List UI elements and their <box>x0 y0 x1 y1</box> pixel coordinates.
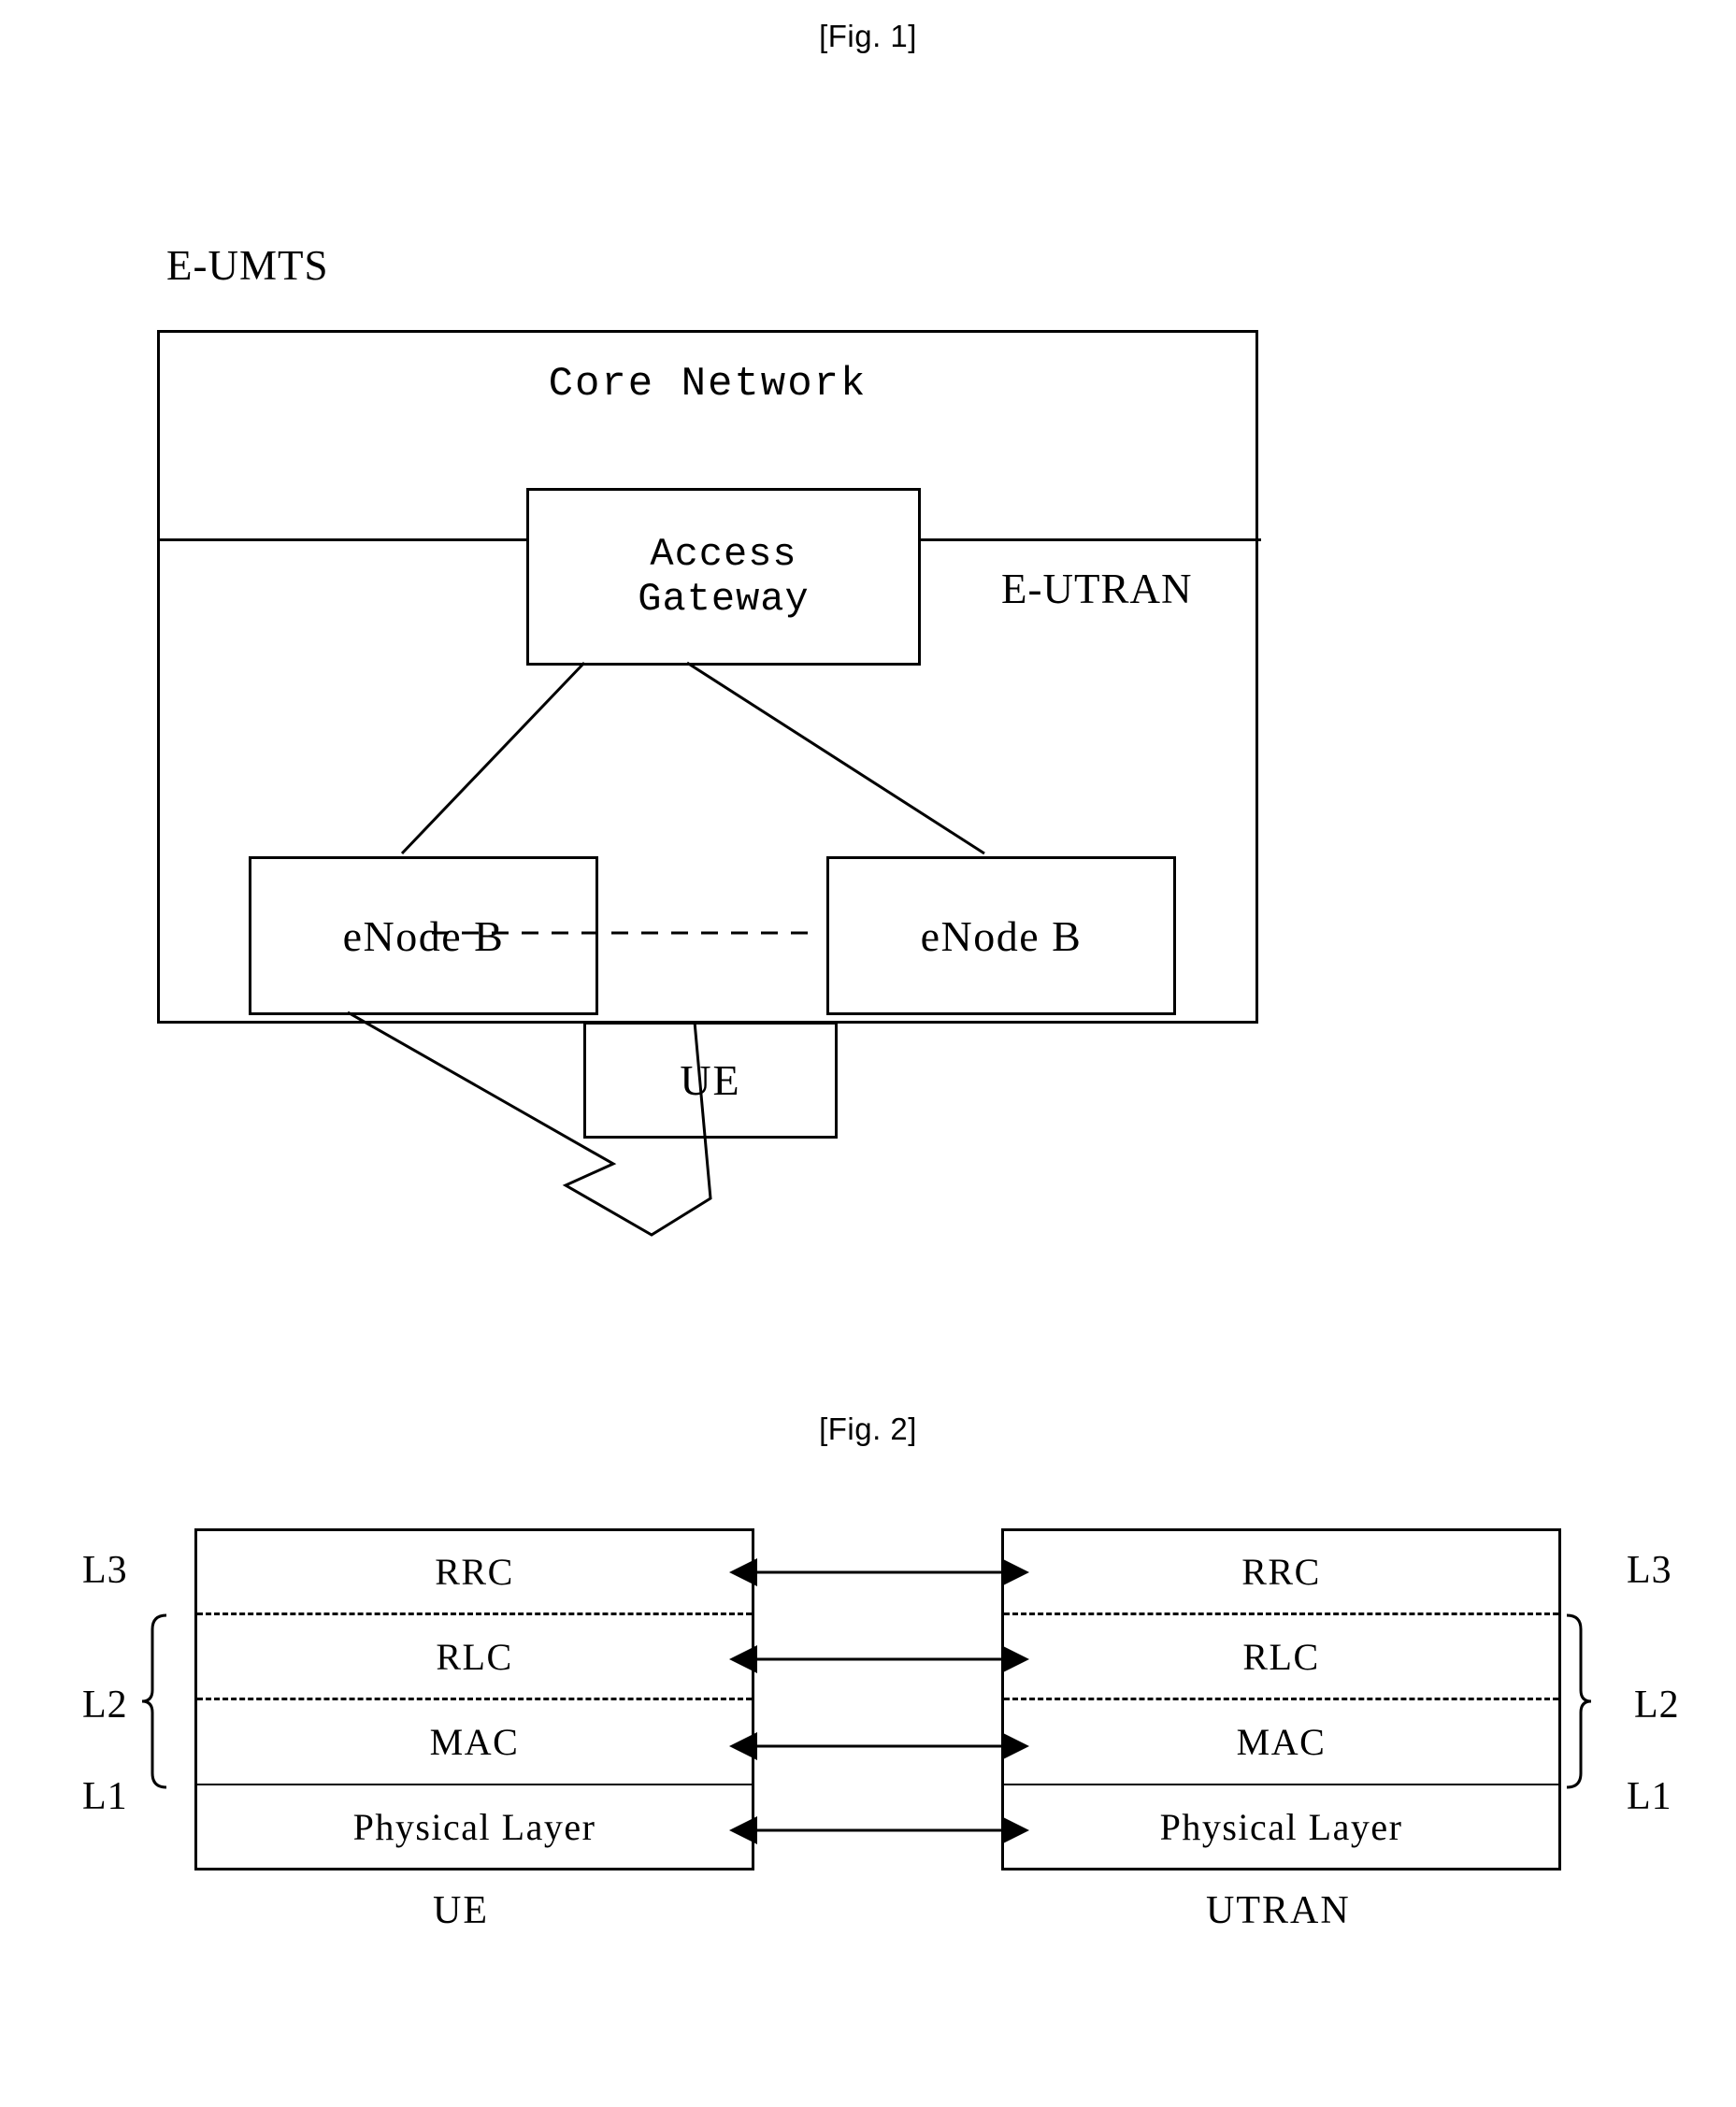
e-umts-outer-box: Core Network E-UTRAN Access Gateway eNod… <box>157 330 1261 1024</box>
utran-layer-mac-label: MAC <box>1236 1721 1327 1763</box>
enode-b-right-box: eNode B <box>826 856 1176 1015</box>
core-eutran-divider-right <box>920 538 1261 541</box>
enode-b-left-label: eNode B <box>342 911 505 960</box>
left-label-l1: L1 <box>82 1775 128 1818</box>
figure-2: [Fig. 2] RRC RLC MAC Physical Layer RRC … <box>0 1383 1736 2107</box>
ue-layer-physical-label: Physical Layer <box>352 1805 596 1848</box>
right-label-l3: L3 <box>1627 1549 1672 1592</box>
e-utran-label: E-UTRAN <box>1001 566 1193 612</box>
ue-l2-left-dashed-edge <box>194 1615 197 1785</box>
utran-layer-rrc-label: RRC <box>1241 1551 1321 1593</box>
figure-1: [Fig. 1] E-UMTS Core Network E-UTRAN Acc… <box>0 0 1736 1346</box>
right-label-l1: L1 <box>1627 1775 1672 1818</box>
utran-layer-mac: MAC <box>1004 1700 1558 1785</box>
ue-protocol-stack: RRC RLC MAC Physical Layer <box>194 1528 754 1870</box>
utran-layer-rlc-label: RLC <box>1242 1635 1320 1678</box>
ue-layer-rlc-label: RLC <box>436 1635 513 1678</box>
utran-layer-rlc: RLC <box>1004 1615 1558 1700</box>
enode-b-left-box: eNode B <box>249 856 598 1015</box>
ue-layer-rrc-label: RRC <box>435 1551 514 1593</box>
access-gateway-label-line2: Gateway <box>638 577 810 622</box>
enode-b-right-label: eNode B <box>920 911 1083 960</box>
access-gateway-label-line1: Access <box>650 531 797 577</box>
figure-2-caption: [Fig. 2] <box>819 1412 917 1446</box>
core-eutran-divider-left <box>160 538 528 541</box>
ue-stack-caption: UE <box>433 1889 489 1932</box>
e-umts-label: E-UMTS <box>166 242 329 289</box>
ue-layer-rlc: RLC <box>197 1615 752 1700</box>
access-gateway-box: Access Gateway <box>526 488 921 666</box>
figure-1-caption: [Fig. 1] <box>819 19 917 53</box>
left-label-l2: L2 <box>82 1684 128 1727</box>
utran-layer-physical: Physical Layer <box>1004 1785 1558 1870</box>
ue-box: UE <box>583 1022 838 1139</box>
ue-label: UE <box>680 1056 741 1104</box>
right-label-l2: L2 <box>1634 1684 1680 1727</box>
utran-layer-rrc: RRC <box>1004 1528 1558 1615</box>
utran-layer-physical-label: Physical Layer <box>1159 1805 1403 1848</box>
utran-protocol-stack: RRC RLC MAC Physical Layer <box>1001 1528 1561 1870</box>
left-l2-brace <box>141 1613 167 1789</box>
ue-layer-physical: Physical Layer <box>197 1785 752 1870</box>
utran-stack-caption: UTRAN <box>1206 1889 1351 1932</box>
ue-layer-rrc: RRC <box>197 1528 752 1615</box>
ue-l2-right-dashed-edge <box>752 1615 754 1785</box>
utran-l2-right-dashed-edge <box>1558 1615 1561 1785</box>
left-label-l3: L3 <box>82 1549 128 1592</box>
right-l2-brace <box>1566 1613 1592 1789</box>
utran-l2-left-dashed-edge <box>1001 1615 1004 1785</box>
ue-layer-mac: MAC <box>197 1700 752 1785</box>
core-network-label: Core Network <box>548 361 868 408</box>
ue-layer-mac-label: MAC <box>429 1721 520 1763</box>
